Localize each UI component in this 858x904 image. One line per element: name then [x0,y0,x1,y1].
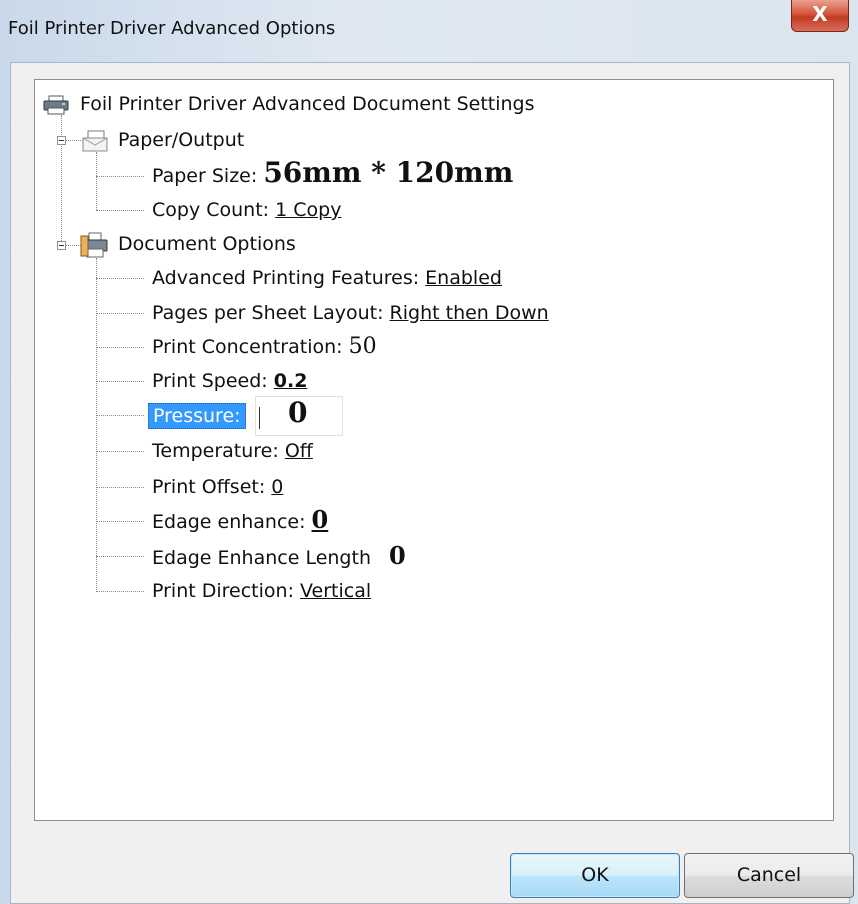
window-title: Foil Printer Driver Advanced Options [8,18,336,39]
paper-size-value[interactable]: 56mm * 120mm [263,156,513,189]
pages-per-sheet-label: Pages per Sheet Layout: [152,302,384,324]
pages-per-sheet-item[interactable]: Pages per Sheet Layout: Right then Down [152,301,549,325]
copy-count-item[interactable]: Copy Count: 1 Copy [152,198,341,222]
ok-button[interactable]: OK [510,853,680,898]
tree-line [96,278,144,279]
print-concentration-item[interactable]: Print Concentration: 50 [152,335,377,359]
print-direction-label: Print Direction: [152,580,294,602]
tree-line [96,381,144,382]
print-speed-label: Print Speed: [152,370,268,392]
paper-output-icon [82,130,108,152]
tree-line [96,415,144,416]
tree-root-label[interactable]: Foil Printer Driver Advanced Document Se… [80,92,535,116]
tree-line [96,176,144,177]
edge-enhance-length-label: Edage Enhance Length [152,547,371,569]
close-icon: X [812,2,828,26]
printer-icon [43,95,69,115]
temperature-item[interactable]: Temperature: Off [152,439,313,463]
print-offset-item[interactable]: Print Offset: 0 [152,475,283,499]
advanced-printing-item[interactable]: Advanced Printing Features: Enabled [152,266,502,290]
tree-line [96,313,144,314]
paper-size-item[interactable]: Paper Size: 56mm * 120mm [152,158,513,188]
temperature-value[interactable]: Off [285,440,313,462]
edge-enhance-length-item[interactable]: Edage Enhance Length 0 [152,544,406,570]
cancel-button[interactable]: Cancel [684,853,854,898]
document-options-label[interactable]: Document Options [118,232,296,256]
pages-per-sheet-value[interactable]: Right then Down [390,302,549,324]
print-direction-item[interactable]: Print Direction: Vertical [152,579,371,603]
pressure-label[interactable]: Pressure: [148,403,246,429]
close-button[interactable]: X [791,0,849,32]
print-offset-value[interactable]: 0 [271,476,283,498]
edge-enhance-label: Edage enhance: [152,511,306,533]
paper-size-label: Paper Size: [152,165,258,187]
print-speed-value[interactable]: 0.2 [274,370,308,392]
title-bar[interactable]: Foil Printer Driver Advanced Options X [0,0,858,62]
edge-enhance-item[interactable]: Edage enhance: 0 [152,508,328,534]
print-direction-value[interactable]: Vertical [300,580,371,602]
advanced-printing-label: Advanced Printing Features: [152,267,420,289]
tree-line [96,347,144,348]
tree-line [96,152,97,210]
tree-line [96,258,97,592]
temperature-label: Temperature: [152,440,279,462]
print-offset-label: Print Offset: [152,476,266,498]
copy-count-value[interactable]: 1 Copy [275,199,341,221]
pressure-input[interactable]: 0 [255,396,343,436]
tree-line [96,556,144,557]
document-options-icon [80,232,108,258]
tree-line [96,591,144,592]
tree-line [96,210,144,211]
edge-enhance-value[interactable]: 0 [312,505,329,534]
dialog-window: Foil Printer Driver Advanced Options X F… [0,0,858,904]
text-cursor [259,407,260,429]
advanced-printing-value[interactable]: Enabled [425,267,502,289]
tree-line [96,451,144,452]
paper-output-label[interactable]: Paper/Output [118,128,244,152]
pressure-value[interactable]: 0 [288,397,307,429]
copy-count-label: Copy Count: [152,199,270,221]
print-concentration-value[interactable]: 50 [349,334,377,359]
edge-enhance-length-value[interactable]: 0 [389,541,406,570]
print-speed-item[interactable]: Print Speed: 0.2 [152,369,307,393]
tree-line [96,487,144,488]
tree-line [96,521,144,522]
collapse-icon[interactable] [57,241,66,250]
collapse-icon[interactable] [57,136,66,145]
print-concentration-label: Print Concentration: [152,336,343,358]
